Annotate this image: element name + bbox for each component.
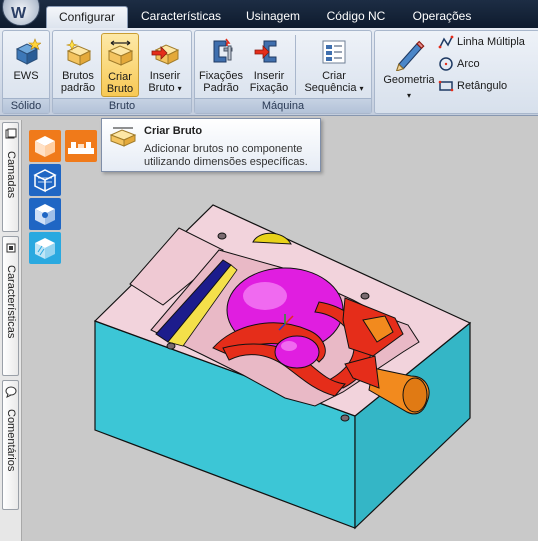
part-model	[93, 204, 472, 530]
insert-stock-icon	[151, 44, 180, 65]
dowel-hole-3	[340, 414, 350, 422]
inserir-bruto-label-2-text: Bruto	[148, 82, 175, 94]
retangulo-button[interactable]: Retângulo	[438, 76, 507, 96]
inserir-bruto-label-1: Inserir	[149, 70, 181, 82]
inserir-fixacao-label-1: Inserir	[253, 70, 285, 82]
pencil-icon	[395, 40, 425, 71]
insert-clamp-icon	[254, 40, 277, 63]
group-divider	[295, 35, 296, 95]
polyline-icon	[438, 35, 454, 49]
brutos-padrao-button[interactable]: Brutos padrão	[56, 33, 100, 97]
ews-label: EWS	[13, 70, 39, 82]
sidetab-caracteristicas-label: Características	[5, 265, 17, 339]
sidetab-camadas[interactable]: Camadas	[2, 122, 19, 232]
arco-button[interactable]: Arco	[438, 54, 480, 74]
criar-sequencia-label-1: Criar	[322, 70, 346, 82]
sidetab-camadas-label: Camadas	[5, 151, 17, 199]
ews-button[interactable]: EWS	[5, 33, 47, 97]
group-maquina: Fixações Padrão Inserir Fixação ▾ Criar	[194, 30, 372, 114]
criar-sequencia-button[interactable]: Criar Sequência ▾	[301, 33, 367, 97]
tab-configurar[interactable]: Configurar	[46, 6, 128, 28]
fixacoes-padrao-label-1: Fixações	[198, 70, 244, 82]
dowel-hole-4	[166, 342, 176, 350]
criar-sequencia-label-2: Sequência ▾	[301, 82, 367, 95]
tab-usinagem[interactable]: Usinagem	[236, 6, 310, 28]
ribbon: EWS Sólido Brutos padrão Criar Bruto Ins…	[0, 28, 538, 116]
chevron-down-icon: ▾	[359, 84, 364, 93]
default-stock-icon	[65, 39, 92, 66]
clamp-icon	[213, 38, 233, 63]
fixacoes-padrao-button[interactable]: Fixações Padrão	[197, 33, 245, 97]
inserir-bruto-button[interactable]: Inserir Bruto ▾	[141, 33, 189, 97]
tooltip-criar-bruto: Criar Bruto Adicionar brutos no componen…	[101, 118, 321, 172]
ews-icon	[15, 38, 41, 65]
create-stock-icon	[107, 40, 134, 66]
inserir-fixacao-button[interactable]: Inserir Fixação ▾	[247, 33, 291, 105]
ribbon-tab-bar: W Configurar Características Usinagem Có…	[0, 0, 538, 28]
linha-multipla-label: Linha Múltipla	[457, 36, 525, 48]
3d-viewport[interactable]	[23, 120, 538, 541]
fixacoes-padrao-label-2: Padrão	[203, 82, 239, 94]
group-label-maquina: Máquina	[195, 98, 371, 113]
group-bruto: Brutos padrão Criar Bruto Inserir Bruto …	[52, 30, 192, 114]
chevron-down-icon: ▾	[177, 84, 182, 93]
arco-label: Arco	[457, 58, 480, 70]
sidetab-comentarios[interactable]: Comentários	[2, 380, 19, 510]
feature-dome-highlight	[243, 282, 287, 310]
criar-bruto-label-2: Bruto	[106, 83, 134, 95]
tab-operacoes[interactable]: Operações	[404, 6, 480, 28]
criar-sequencia-label-2-text: Sequência	[304, 82, 357, 94]
sidetab-comentarios-label: Comentários	[5, 409, 17, 472]
inserir-fixacao-label-2-text: Fixação	[249, 82, 289, 94]
feature-magenta-boss	[274, 335, 320, 369]
dowel-hole-2	[360, 292, 370, 300]
feature-orange-cone-end	[402, 377, 428, 413]
criar-bruto-label-1: Criar	[108, 71, 132, 83]
layers-icon	[5, 128, 17, 139]
rectangle-icon	[438, 80, 454, 92]
comment-icon	[5, 386, 17, 398]
app-logo: W	[11, 5, 27, 22]
sidetab-caracteristicas[interactable]: Características	[2, 236, 19, 376]
feature-boss-highlight	[281, 341, 297, 351]
sequence-icon	[322, 40, 346, 64]
inserir-bruto-label-2: Bruto ▾	[141, 82, 189, 95]
chevron-down-icon: ▾	[406, 91, 411, 100]
brutos-padrao-label-2: padrão	[60, 82, 96, 94]
group-label-solido: Sólido	[3, 98, 49, 113]
dowel-hole-1	[217, 232, 227, 240]
group-solido: EWS Sólido	[2, 30, 50, 114]
linha-multipla-button[interactable]: Linha Múltipla	[438, 32, 525, 52]
tooltip-description: Adicionar brutos no componente utilizand…	[144, 143, 308, 168]
group-label-bruto: Bruto	[53, 98, 191, 113]
tab-codigo-nc[interactable]: Código NC	[318, 6, 394, 28]
brutos-padrao-label-1: Brutos	[62, 70, 94, 82]
geometria-button[interactable]: Geometria ▾	[379, 33, 439, 111]
criar-bruto-button[interactable]: Criar Bruto	[101, 33, 139, 97]
side-panel: Camadas Características Comentários	[0, 120, 22, 541]
create-stock-icon	[109, 127, 137, 147]
geometria-label: Geometria	[383, 74, 435, 86]
retangulo-label: Retângulo	[457, 80, 508, 92]
tooltip-title: Criar Bruto	[144, 125, 203, 137]
arc-icon	[439, 57, 453, 71]
features-icon	[6, 243, 16, 253]
tab-caracteristicas[interactable]: Características	[134, 6, 228, 28]
application-menu-button[interactable]: W	[2, 0, 40, 26]
